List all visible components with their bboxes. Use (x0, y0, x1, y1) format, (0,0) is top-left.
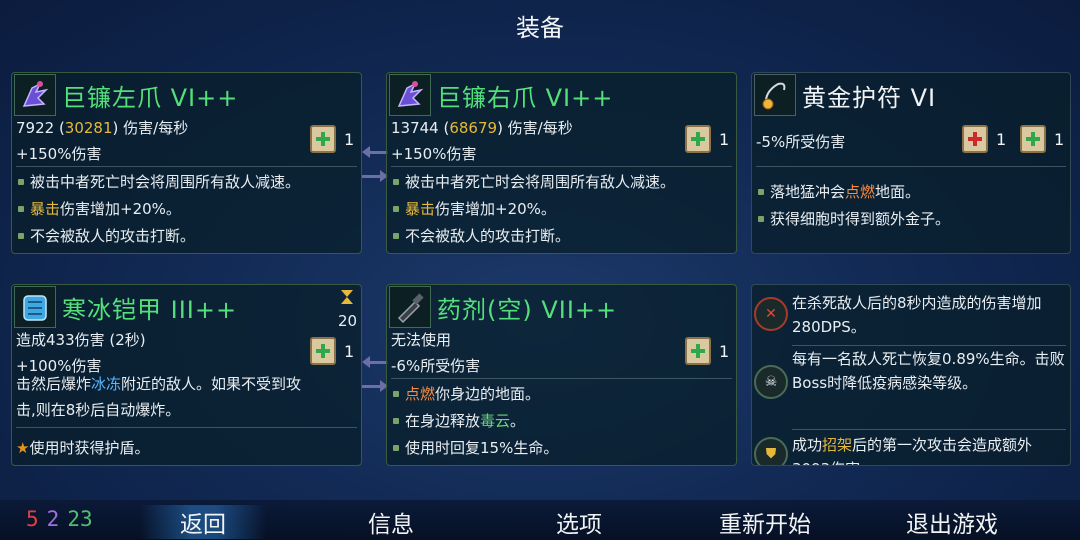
ice-armor-icon (14, 286, 56, 328)
tactics-count: 2 (46, 507, 60, 531)
damage-stat: 造成433伤害 (2秒) (16, 331, 146, 349)
scythe-claw-icon (389, 74, 431, 116)
amulet-card[interactable]: 黄金护符 VI -5%所受伤害 1 1 落地猛冲会点燃地面。 获得细胞时得到额外… (751, 72, 1071, 254)
weapon-card-left-claw[interactable]: 巨镰左爪 VI++ 7922 (30281) 伤害/每秒 +150%伤害 1 被… (11, 72, 362, 254)
skill-description-line2: 击,则在8秒后自动爆炸。 (16, 401, 181, 419)
dps-line: 13744 (68679) 伤害/每秒 (391, 119, 573, 137)
affix-item: 不会被敌人的攻击打断。 (16, 223, 357, 250)
item-name: 黄金护符 VI (802, 83, 937, 112)
affix-item: 在身边释放毒云。 (391, 408, 732, 435)
affix-list: 点燃你身边的地面。 在身边释放毒云。 使用时回复15%生命。 (391, 381, 732, 462)
scythe-claw-icon (14, 74, 56, 116)
affix-item: 暴击伤害增加+20%。 (391, 196, 732, 223)
star-icon: ★ (16, 439, 30, 457)
scroll-icon (685, 125, 711, 153)
scroll-icon (310, 337, 336, 365)
scroll-count: 1 (1020, 125, 1064, 153)
divider (792, 345, 1066, 346)
damage-reduction: -6%所受伤害 (391, 357, 481, 375)
affix-item: 使用时回复15%生命。 (391, 435, 732, 462)
usage-status: 无法使用 (391, 331, 452, 349)
divider (391, 166, 732, 167)
affix-list: 被击中者死亡时会将周围所有敌人减速。 暴击伤害增加+20%。 不会被敌人的攻击打… (16, 169, 357, 250)
cooldown-value: 20 (338, 312, 358, 330)
mutations-panel: ✕ 在杀死敌人后的8秒内造成的伤害增加280DPS。 ☠ 每有一名敌人死亡恢复0… (751, 284, 1071, 466)
divider (16, 166, 357, 167)
divider (391, 378, 732, 379)
scroll-icon (962, 125, 988, 153)
link-arrow-right (362, 380, 388, 392)
item-name: 药剂(空) VII++ (437, 295, 618, 324)
affix-item: 落地猛冲会点燃地面。 (756, 179, 1066, 206)
scroll-icon (310, 125, 336, 153)
skull-icon: ☠ (754, 365, 788, 399)
link-arrow-left (362, 356, 388, 368)
brutality-count: 5 (26, 507, 39, 531)
flask-icon (389, 286, 431, 328)
affix-item: 暴击伤害增加+20%。 (16, 196, 357, 223)
affix-list: 被击中者死亡时会将周围所有敌人减速。 暴击伤害增加+20%。 不会被敌人的攻击打… (391, 169, 732, 250)
damage-bonus: +150%伤害 (391, 145, 477, 163)
scroll-count: 1 (310, 337, 354, 365)
damage-bonus: +150%伤害 (16, 145, 102, 163)
link-arrow-right (362, 170, 388, 182)
affix-item: 不会被敌人的攻击打断。 (391, 223, 732, 250)
affix-item: 被击中者死亡时会将周围所有敌人减速。 (16, 169, 357, 196)
crossed-swords-icon: ✕ (754, 297, 788, 331)
options-button[interactable]: 选项 (556, 505, 602, 539)
shield-icon: ⛊ (754, 437, 788, 465)
item-name: 巨镰左爪 VI++ (62, 83, 239, 112)
scroll-icon (1020, 125, 1046, 153)
scroll-stat-counts: 5 2 23 (26, 507, 101, 531)
info-button[interactable]: 信息 (368, 505, 414, 539)
quit-button[interactable]: 退出游戏 (906, 505, 998, 539)
weapon-card-right-claw[interactable]: 巨镰右爪 VI++ 13744 (68679) 伤害/每秒 +150%伤害 1 … (386, 72, 737, 254)
scroll-count: 1 (685, 125, 729, 153)
page-title: 装备 (516, 14, 564, 42)
back-button[interactable]: 返回 (140, 505, 266, 539)
mutation-item[interactable]: ⛊ 成功招架后的第一次攻击会造成额外3093伤害 (754, 433, 1066, 465)
divider (792, 429, 1066, 430)
skill-description-line1: 击然后爆炸冰冻附近的敌人。如果不受到攻 (16, 375, 302, 393)
hourglass-icon (340, 289, 354, 305)
affix-item: 点燃你身边的地面。 (391, 381, 732, 408)
damage-reduction: -5%所受伤害 (756, 133, 846, 151)
survival-count: 23 (67, 507, 93, 531)
skill-passive-note: ★使用时获得护盾。 (16, 439, 150, 457)
dps-line: 7922 (30281) 伤害/每秒 (16, 119, 189, 137)
affix-item: 获得细胞时得到额外金子。 (756, 206, 1066, 233)
item-name: 寒冰铠甲 III++ (62, 295, 238, 324)
scroll-icon (685, 337, 711, 365)
mutation-item[interactable]: ✕ 在杀死敌人后的8秒内造成的伤害增加280DPS。 (754, 291, 1066, 339)
affix-list: 落地猛冲会点燃地面。 获得细胞时得到额外金子。 (756, 179, 1066, 233)
item-name: 巨镰右爪 VI++ (437, 83, 614, 112)
link-arrow-left (362, 146, 388, 158)
divider (756, 166, 1066, 167)
affix-item: 被击中者死亡时会将周围所有敌人减速。 (391, 169, 732, 196)
scroll-count-red: 1 (962, 125, 1006, 153)
mutation-item[interactable]: ☠ 每有一名敌人死亡恢复0.89%生命。击败Boss时降低疫病感染等级。 (754, 347, 1066, 399)
skill-card-ice-armor[interactable]: 寒冰铠甲 III++ 20 造成433伤害 (2秒) +100%伤害 1 击然后… (11, 284, 362, 466)
divider (16, 427, 357, 428)
scroll-count: 1 (310, 125, 354, 153)
scroll-count: 1 (685, 337, 729, 365)
restart-button[interactable]: 重新开始 (719, 505, 811, 539)
amulet-icon (754, 74, 796, 116)
skill-card-flask[interactable]: 药剂(空) VII++ 无法使用 -6%所受伤害 1 点燃你身边的地面。 在身边… (386, 284, 737, 466)
